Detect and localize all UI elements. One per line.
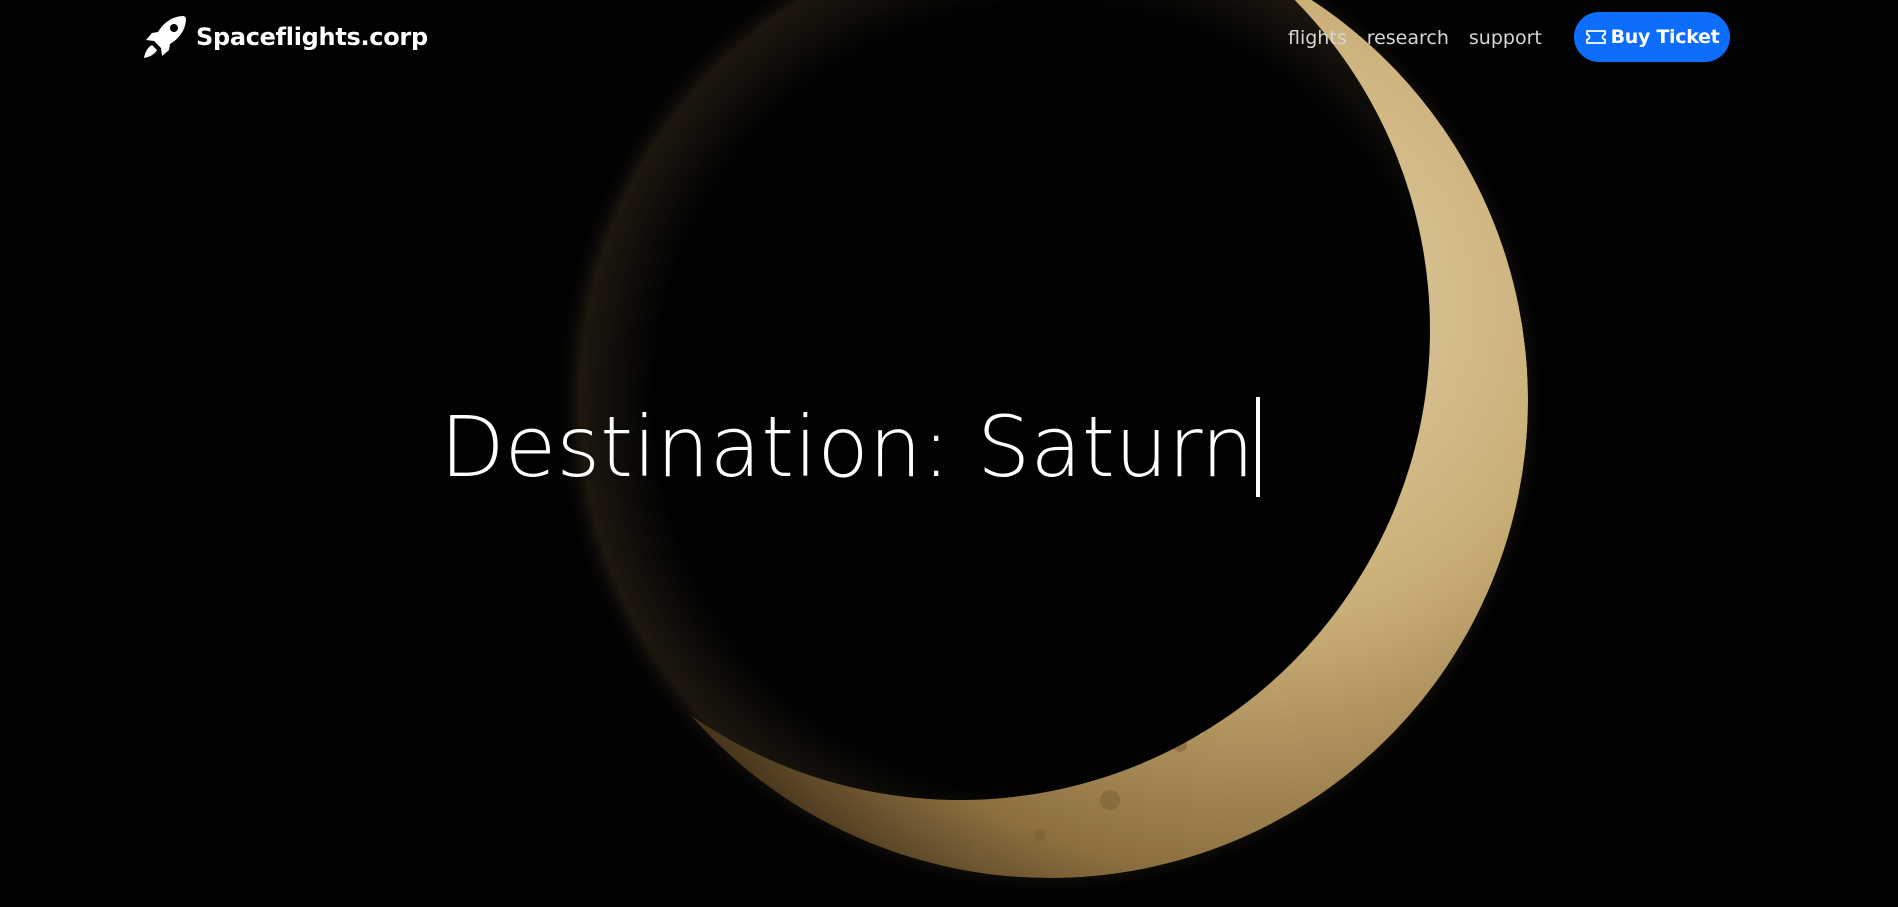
page: Spaceflights.corp flights research suppo…: [0, 0, 1898, 907]
nav-links: flights research support: [1288, 22, 1562, 54]
typing-caret: [1256, 397, 1261, 497]
ticket-icon: [1585, 30, 1606, 44]
nav-link-research[interactable]: research: [1367, 27, 1449, 49]
nav-link-support[interactable]: support: [1469, 27, 1542, 49]
nav-link-flights[interactable]: flights: [1288, 27, 1347, 49]
brand-link[interactable]: Spaceflights.corp: [140, 12, 428, 62]
buy-ticket-label: Buy Ticket: [1610, 26, 1720, 48]
hero-headline: Destination: Saturn: [440, 398, 1255, 496]
brand-name: Spaceflights.corp: [196, 23, 428, 51]
buy-ticket-button[interactable]: Buy Ticket: [1574, 12, 1730, 62]
rocket-icon: [144, 16, 186, 58]
hero: Destination: Saturn: [440, 392, 1261, 502]
navbar: Spaceflights.corp flights research suppo…: [0, 0, 1898, 76]
